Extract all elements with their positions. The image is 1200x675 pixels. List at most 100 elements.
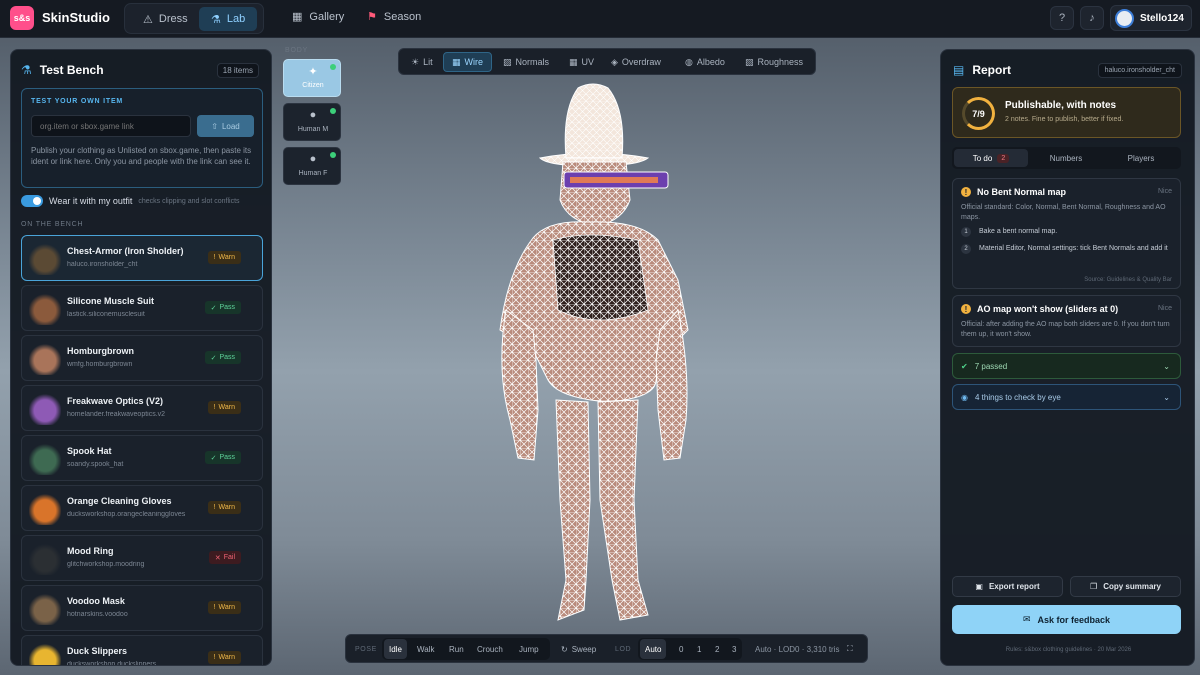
body-label: BODY: [285, 47, 309, 54]
grid-icon: ▦: [452, 56, 461, 67]
notifications-button[interactable]: ♪: [1080, 6, 1104, 30]
test-own-item-title: TEST YOUR OWN ITEM: [31, 98, 124, 105]
status-badge: ! Warn: [207, 601, 241, 614]
report-item-id: haluco.ironsholder_cht: [1097, 63, 1182, 78]
issue-body: Official: after adding the AO map both s…: [961, 321, 1170, 338]
lod-0-button[interactable]: 0: [674, 639, 688, 659]
view-roughness-button[interactable]: ▨ Roughness: [737, 52, 811, 72]
item-name: Silicone Muscle Suit: [67, 296, 155, 306]
view-uv-button[interactable]: ▦ UV: [561, 52, 602, 72]
fullscreen-button[interactable]: ⛶: [842, 639, 858, 659]
report-tabs: To do 2 Numbers Players: [952, 147, 1181, 169]
tab-numbers[interactable]: Numbers: [1029, 149, 1103, 167]
lod-3-button[interactable]: 3: [727, 639, 741, 659]
view-normals-button[interactable]: ▨ Normals: [495, 52, 557, 72]
pose-idle-button[interactable]: Idle: [384, 639, 407, 659]
right-leg: [597, 399, 649, 621]
fullscreen-icon: ⛶: [847, 644, 853, 653]
nav-gallery-label: Gallery: [309, 10, 345, 23]
clipboard-icon: ▤: [953, 63, 965, 77]
tab-todo-count: 2: [997, 153, 1010, 163]
ok-dot: [330, 152, 336, 158]
item-name: Chest-Armor (Iron Sholder): [67, 246, 184, 256]
view-normals-label: Normals: [515, 57, 550, 67]
item-ident: homelander.freakwaveoptics.v2: [67, 411, 166, 418]
status-icon: ✓: [210, 454, 217, 462]
view-overdraw-button[interactable]: ◈ Overdraw: [603, 52, 669, 72]
bench-item[interactable]: Chest-Armor (Iron Sholder) haluco.ironsho…: [21, 235, 263, 281]
item-ident: ducksworkshop.orangecleaninggloves: [67, 511, 186, 518]
load-button[interactable]: ⇧ Load: [197, 115, 254, 137]
bench-item[interactable]: Spook Hat soandy.spook_hat ✓ Pass: [21, 435, 263, 481]
status-label: Pass: [219, 454, 235, 461]
nav-gallery-link[interactable]: ▦ Gallery: [292, 10, 345, 24]
lod-1-button[interactable]: 1: [692, 639, 706, 659]
user-menu[interactable]: Stello124: [1110, 5, 1192, 31]
view-albedo-button[interactable]: ◍ Albedo: [677, 52, 733, 72]
status-badge: ! Warn: [207, 501, 241, 514]
bench-item[interactable]: Silicone Muscle Suit lastick.siliconemusc…: [21, 285, 263, 331]
bench-item[interactable]: Freakwave Optics (V2) homelander.freakwav…: [21, 385, 263, 431]
pose-run-button[interactable]: Run: [444, 639, 469, 659]
bench-item[interactable]: Orange Cleaning Gloves ducksworkshop.oran…: [21, 485, 263, 531]
issue-card[interactable]: ! No Bent Normal map Nice Official stand…: [952, 178, 1181, 289]
pose-crouch-button[interactable]: Crouch: [472, 639, 508, 659]
step-text: Bake a bent normal map.: [979, 228, 1058, 235]
item-thumbnail: [29, 393, 61, 425]
bench-item[interactable]: Homburgbrown wmfg.homburgbrown ✓ Pass: [21, 335, 263, 381]
pose-walk-button[interactable]: Walk: [412, 639, 439, 659]
status-icon: !: [213, 404, 216, 411]
passed-checks-toggle[interactable]: ✔ 7 passed ⌄: [952, 353, 1181, 379]
layers-icon: ◈: [611, 56, 618, 67]
bench-item[interactable]: Mood Ring glitchworkshop.moodring ✕ Fail: [21, 535, 263, 581]
username: Stello124: [1140, 12, 1184, 24]
upload-icon: ⇧: [211, 121, 218, 131]
lod-2-button[interactable]: 2: [710, 639, 724, 659]
export-report-button[interactable]: ▣ Export report: [952, 576, 1063, 597]
tab-players[interactable]: Players: [1104, 149, 1178, 167]
bench-item[interactable]: Duck Slippers ducksworkshop.duckslippers!…: [21, 635, 263, 666]
item-thumbnail: [29, 343, 61, 375]
item-count-badge: 18 items: [216, 63, 259, 78]
lod-auto-button[interactable]: Auto: [640, 639, 667, 659]
issue-card[interactable]: ! AO map won't show (sliders at 0) Nice …: [952, 295, 1181, 347]
pose-jump-button[interactable]: Jump: [514, 639, 544, 659]
app-logo[interactable]: s&s: [10, 6, 34, 30]
ask-feedback-button[interactable]: ✉ Ask for feedback: [952, 605, 1181, 634]
chevron-down-icon: ⌄: [1163, 362, 1170, 371]
gallery-icon: ▦: [292, 11, 303, 23]
save-icon: ▣: [975, 582, 983, 591]
sweep-button[interactable]: ↻ Sweep: [556, 639, 601, 659]
wear-with-outfit-toggle[interactable]: [21, 195, 43, 207]
tab-numbers-label: Numbers: [1049, 153, 1083, 163]
flask-icon: ⚗: [211, 13, 221, 26]
body-citizen-option[interactable]: ✦ Citizen: [283, 59, 341, 97]
palette-icon: ◍: [685, 56, 693, 67]
lod-label: LOD: [615, 645, 632, 653]
item-ident: ducksworkshop.duckslippers: [67, 661, 157, 666]
view-lit-button[interactable]: ☀ Lit: [403, 52, 441, 72]
nav-season-link[interactable]: ⚑ Season: [367, 10, 421, 24]
tab-todo[interactable]: To do 2: [954, 149, 1028, 167]
eye-checks-toggle[interactable]: ◉ 4 things to check by eye ⌄: [952, 384, 1181, 410]
item-ident: haluco.ironsholder_cht: [67, 261, 138, 268]
copy-summary-button[interactable]: ❐ Copy summary: [1070, 576, 1181, 597]
view-roughness-label: Roughness: [757, 57, 804, 67]
item-ident-input[interactable]: [31, 115, 191, 137]
help-button[interactable]: ?: [1050, 6, 1074, 30]
mode-dress-button[interactable]: ⚠ Dress: [131, 7, 200, 31]
issue-title: No Bent Normal map: [977, 187, 1067, 197]
view-wire-button[interactable]: ▦ Wire: [443, 52, 493, 72]
body-human-m-option[interactable]: ● Human M: [283, 103, 341, 141]
status-icon: !: [213, 254, 216, 261]
copy-icon: ❐: [1090, 582, 1098, 591]
issue-source: Source: Guidelines & Quality Bar: [1084, 277, 1172, 283]
status-label: Pass: [219, 354, 235, 361]
bench-item[interactable]: Voodoo Mask hotnarskins.voodoo! Warn: [21, 585, 263, 631]
report-header: ▤ Report: [953, 63, 1011, 77]
wear-with-outfit-row: Wear it with my outfit checks clipping a…: [21, 195, 240, 207]
rotate-icon: ↻: [561, 644, 568, 654]
character-wireframe[interactable]: [488, 80, 698, 628]
body-human-f-option[interactable]: ● Human F: [283, 147, 341, 185]
mode-lab-button[interactable]: ⚗ Lab: [199, 7, 258, 31]
